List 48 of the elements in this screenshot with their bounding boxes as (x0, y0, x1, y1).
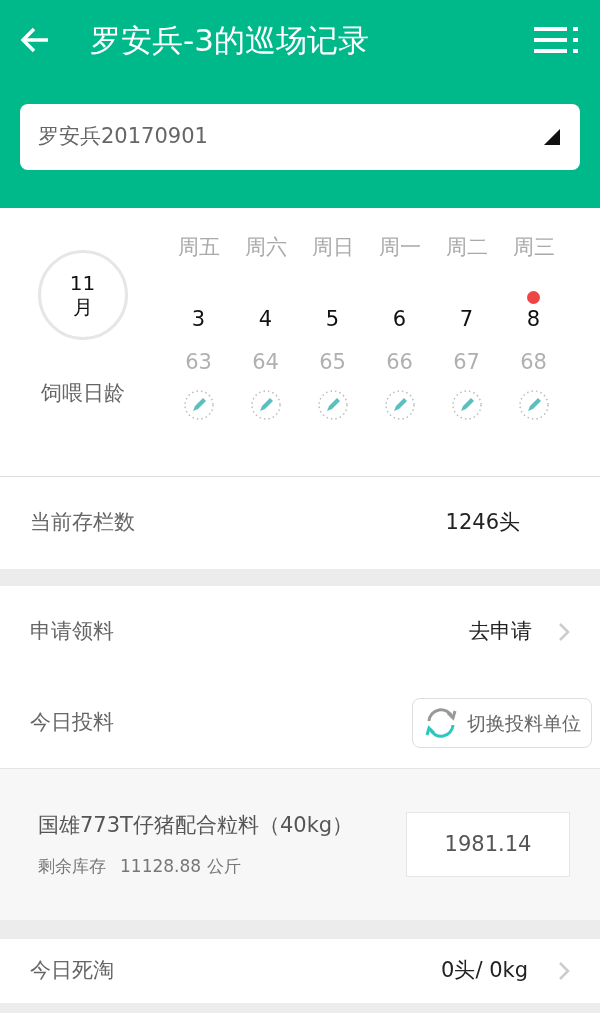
edit-icon[interactable] (316, 388, 349, 421)
feeding-age: 68 (520, 349, 547, 376)
weekday-label: 周日 (311, 234, 354, 261)
weekday-label: 周二 (445, 234, 488, 261)
back-arrow-icon[interactable] (20, 27, 50, 53)
day-number[interactable]: 7 (459, 303, 474, 335)
batch-dropdown[interactable]: 罗安兵20170901 (20, 104, 580, 170)
feed-label: 今日投料 (30, 709, 114, 737)
apply-label: 申请领料 (30, 618, 114, 646)
feed-amount-field[interactable]: 1981.14 (406, 812, 570, 877)
day-number[interactable]: 3 (191, 303, 206, 335)
feeding-age: 64 (252, 349, 279, 376)
stock-label: 当前存栏数 (30, 509, 135, 537)
feeding-age: 67 (453, 349, 480, 376)
edit-icon[interactable] (383, 388, 416, 421)
edit-icon[interactable] (517, 388, 550, 421)
apply-link[interactable]: 去申请 (469, 616, 532, 648)
feeding-age: 66 (386, 349, 413, 376)
stock-remaining-label: 剩余库存 (38, 854, 106, 878)
switch-unit-button[interactable]: 切换投料单位 (412, 698, 592, 748)
death-label: 今日死淘 (30, 957, 114, 985)
month-badge[interactable]: 11 月 (37, 250, 128, 340)
feed-name: 国雄773T仔猪配合粒料（40kg） (38, 812, 354, 839)
stock-remaining-value: 11128.88 公斤 (120, 854, 241, 878)
stock-value: 1246头 (445, 509, 520, 537)
weekday-label: 周六 (244, 234, 287, 261)
death-value: 0头/ 0kg (441, 957, 528, 985)
chevron-right-icon[interactable] (558, 961, 570, 981)
feeding-age-label: 饲喂日龄 (40, 380, 125, 407)
page-title: 罗安兵-3的巡场记录 (90, 20, 369, 60)
weekday-label: 周一 (378, 234, 421, 261)
day-number[interactable]: 6 (392, 303, 407, 335)
weekday-label: 周三 (512, 234, 555, 261)
edit-icon[interactable] (249, 388, 282, 421)
refresh-icon (423, 705, 459, 741)
day-number[interactable]: 5 (325, 303, 340, 335)
edit-icon[interactable] (450, 388, 483, 421)
month-text: 月 (72, 295, 93, 319)
chevron-right-icon[interactable] (558, 622, 570, 642)
weekday-label: 周五 (177, 234, 220, 261)
edit-icon[interactable] (182, 388, 215, 421)
month-text: 11 (69, 271, 96, 295)
menu-icon[interactable] (534, 27, 580, 53)
feeding-age: 65 (319, 349, 346, 376)
dropdown-caret-icon (544, 129, 560, 145)
day-number[interactable]: 4 (258, 303, 273, 335)
feeding-age: 63 (185, 349, 212, 376)
day-number[interactable]: 8 (526, 303, 541, 335)
